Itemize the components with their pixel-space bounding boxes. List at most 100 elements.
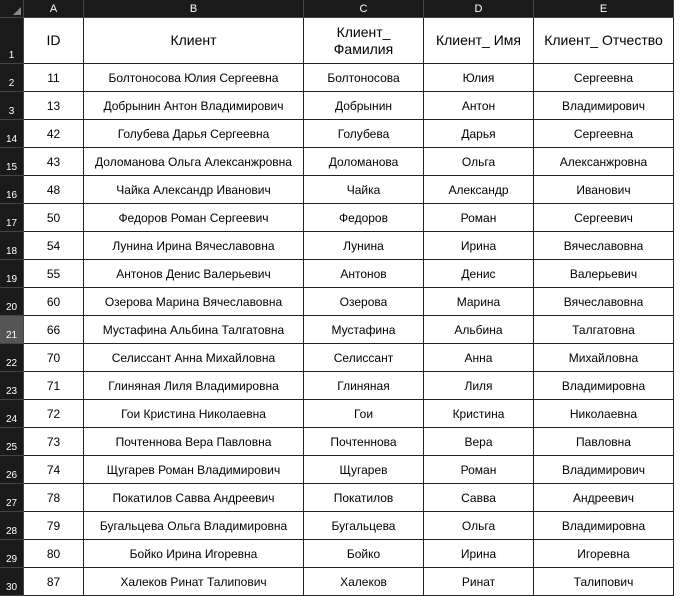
- row-header[interactable]: 3: [0, 92, 24, 120]
- header-cell-D[interactable]: Клиент_ Имя: [424, 18, 534, 64]
- cell[interactable]: Гои: [304, 400, 424, 428]
- cell[interactable]: Ирина: [424, 540, 534, 568]
- cell[interactable]: Валерьевич: [534, 260, 674, 288]
- cell[interactable]: Антон: [424, 92, 534, 120]
- cell[interactable]: Анна: [424, 344, 534, 372]
- row-header[interactable]: 21: [0, 316, 24, 344]
- cell[interactable]: 71: [24, 372, 84, 400]
- row-header[interactable]: 20: [0, 288, 24, 316]
- column-header-E[interactable]: E: [534, 0, 674, 18]
- cell[interactable]: Николаевна: [534, 400, 674, 428]
- cell[interactable]: Лунина Ирина Вячеславовна: [84, 232, 304, 260]
- cell[interactable]: Владимирович: [534, 92, 674, 120]
- cell[interactable]: Щугарев Роман Владимирович: [84, 456, 304, 484]
- column-header-B[interactable]: B: [84, 0, 304, 18]
- row-header[interactable]: 25: [0, 428, 24, 456]
- cell[interactable]: Чайка Александр Иванович: [84, 176, 304, 204]
- row-header[interactable]: 18: [0, 232, 24, 260]
- cell[interactable]: Юлия: [424, 64, 534, 92]
- spreadsheet[interactable]: ABCDE1IDКлиентКлиент_ ФамилияКлиент_ Имя…: [0, 0, 700, 596]
- cell[interactable]: Добрынин Антон Владимирович: [84, 92, 304, 120]
- cell[interactable]: Покатилов Савва Андреевич: [84, 484, 304, 512]
- cell[interactable]: Болтоносова: [304, 64, 424, 92]
- cell[interactable]: Сергеевич: [534, 204, 674, 232]
- cell[interactable]: Кристина: [424, 400, 534, 428]
- cell[interactable]: 66: [24, 316, 84, 344]
- cell[interactable]: Озерова: [304, 288, 424, 316]
- cell[interactable]: 73: [24, 428, 84, 456]
- cell[interactable]: Селиссант Анна Михайловна: [84, 344, 304, 372]
- cell[interactable]: Бойко: [304, 540, 424, 568]
- cell[interactable]: Доломанова Ольга Алексанжровна: [84, 148, 304, 176]
- cell[interactable]: Сергеевна: [534, 64, 674, 92]
- row-header[interactable]: 23: [0, 372, 24, 400]
- cell[interactable]: 50: [24, 204, 84, 232]
- cell[interactable]: Бойко Ирина Игоревна: [84, 540, 304, 568]
- cell[interactable]: Антонов: [304, 260, 424, 288]
- cell[interactable]: Халеков Ринат Талипович: [84, 568, 304, 596]
- cell[interactable]: 55: [24, 260, 84, 288]
- select-all-corner[interactable]: [0, 0, 24, 18]
- header-cell-E[interactable]: Клиент_ Отчество: [534, 18, 674, 64]
- cell[interactable]: 74: [24, 456, 84, 484]
- cell[interactable]: Дарья: [424, 120, 534, 148]
- cell[interactable]: Вера: [424, 428, 534, 456]
- cell[interactable]: Алексанжровна: [534, 148, 674, 176]
- cell[interactable]: Павловна: [534, 428, 674, 456]
- cell[interactable]: Лиля: [424, 372, 534, 400]
- row-header[interactable]: 24: [0, 400, 24, 428]
- row-header[interactable]: 27: [0, 484, 24, 512]
- cell[interactable]: Озерова Марина Вячеславовна: [84, 288, 304, 316]
- cell[interactable]: Ольга: [424, 512, 534, 540]
- cell[interactable]: Глиняная: [304, 372, 424, 400]
- cell[interactable]: Лунина: [304, 232, 424, 260]
- row-header[interactable]: 16: [0, 176, 24, 204]
- cell[interactable]: Мустафина: [304, 316, 424, 344]
- row-header-1[interactable]: 1: [0, 18, 24, 64]
- cell[interactable]: Болтоносова Юлия Сергеевна: [84, 64, 304, 92]
- cell[interactable]: Вячеславовна: [534, 232, 674, 260]
- cell[interactable]: Доломанова: [304, 148, 424, 176]
- cell[interactable]: Гои Кристина Николаевна: [84, 400, 304, 428]
- cell[interactable]: Чайка: [304, 176, 424, 204]
- column-header-D[interactable]: D: [424, 0, 534, 18]
- cell[interactable]: 79: [24, 512, 84, 540]
- cell[interactable]: Игоревна: [534, 540, 674, 568]
- cell[interactable]: 72: [24, 400, 84, 428]
- cell[interactable]: Денис: [424, 260, 534, 288]
- column-header-A[interactable]: A: [24, 0, 84, 18]
- cell[interactable]: 60: [24, 288, 84, 316]
- cell[interactable]: Александр: [424, 176, 534, 204]
- cell[interactable]: Голубева Дарья Сергеевна: [84, 120, 304, 148]
- cell[interactable]: Роман: [424, 456, 534, 484]
- cell[interactable]: 48: [24, 176, 84, 204]
- cell[interactable]: 70: [24, 344, 84, 372]
- row-header[interactable]: 30: [0, 568, 24, 596]
- row-header[interactable]: 22: [0, 344, 24, 372]
- cell[interactable]: 43: [24, 148, 84, 176]
- row-header[interactable]: 26: [0, 456, 24, 484]
- cell[interactable]: Добрынин: [304, 92, 424, 120]
- cell[interactable]: Покатилов: [304, 484, 424, 512]
- cell[interactable]: Марина: [424, 288, 534, 316]
- row-header[interactable]: 28: [0, 512, 24, 540]
- cell[interactable]: Глиняная Лиля Владимировна: [84, 372, 304, 400]
- cell[interactable]: 11: [24, 64, 84, 92]
- cell[interactable]: Роман: [424, 204, 534, 232]
- cell[interactable]: Мустафина Альбина Талгатовна: [84, 316, 304, 344]
- cell[interactable]: Альбина: [424, 316, 534, 344]
- cell[interactable]: Савва: [424, 484, 534, 512]
- row-header[interactable]: 15: [0, 148, 24, 176]
- cell[interactable]: Федоров: [304, 204, 424, 232]
- header-cell-B[interactable]: Клиент: [84, 18, 304, 64]
- cell[interactable]: Селиссант: [304, 344, 424, 372]
- cell[interactable]: Щугарев: [304, 456, 424, 484]
- cell[interactable]: Антонов Денис Валерьевич: [84, 260, 304, 288]
- cell[interactable]: Федоров Роман Сергеевич: [84, 204, 304, 232]
- cell[interactable]: 80: [24, 540, 84, 568]
- cell[interactable]: Сергеевна: [534, 120, 674, 148]
- cell[interactable]: 78: [24, 484, 84, 512]
- cell[interactable]: Михайловна: [534, 344, 674, 372]
- cell[interactable]: Почтеннова: [304, 428, 424, 456]
- cell[interactable]: 13: [24, 92, 84, 120]
